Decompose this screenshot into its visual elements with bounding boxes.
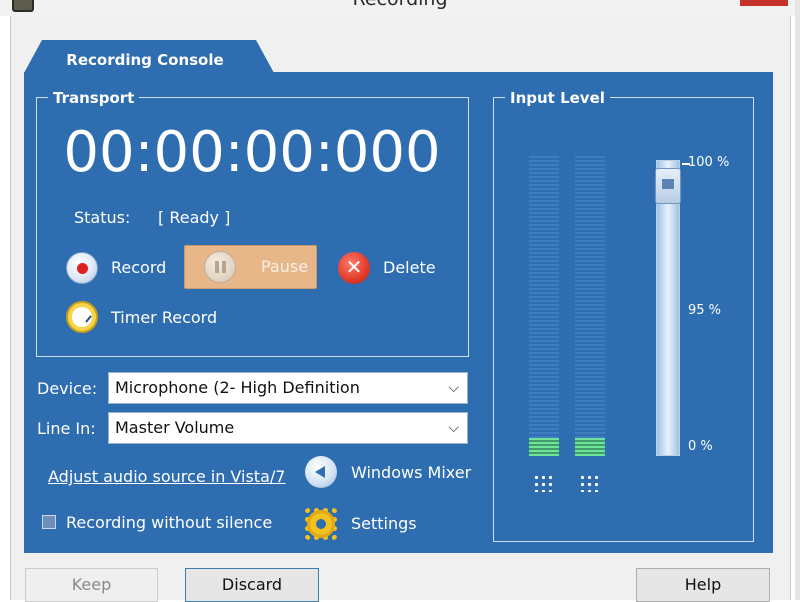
close-button[interactable] — [740, 0, 788, 6]
input-level-group-label: Input Level — [505, 89, 610, 107]
windows-mixer-button[interactable]: Windows Mixer — [351, 463, 471, 482]
elapsed-time: 00:00:00:000 — [63, 120, 441, 185]
pause-icon — [204, 251, 236, 283]
scale-label-top: 100 % — [688, 155, 730, 170]
discard-button[interactable]: Discard — [185, 568, 319, 602]
device-select-value: Microphone (2- High Definition — [115, 378, 360, 397]
scale-label-mid: 95 % — [688, 303, 722, 318]
keep-button[interactable]: Keep — [25, 568, 158, 602]
tab-label: Recording Console — [66, 51, 224, 69]
right-channel-peak-icon — [579, 474, 599, 492]
delete-button[interactable]: Delete — [383, 258, 436, 277]
device-select[interactable]: Microphone (2- High Definition ⌵ — [108, 372, 468, 404]
record-dot — [77, 263, 88, 274]
left-channel-peak-icon — [533, 474, 553, 492]
window-title: Recording — [0, 0, 800, 10]
pause-label: Pause — [261, 257, 309, 276]
window-edge — [795, 0, 800, 600]
adjust-audio-source-link[interactable]: Adjust audio source in Vista/7 — [48, 467, 285, 486]
recording-without-silence-checkbox[interactable] — [42, 515, 56, 529]
speaker-icon[interactable] — [305, 456, 337, 488]
left-channel-meter — [529, 156, 559, 456]
line-in-select-value: Master Volume — [115, 418, 235, 437]
help-button[interactable]: Help — [636, 568, 770, 602]
input-level-slider-thumb[interactable] — [655, 168, 681, 204]
status-label: Status: — [74, 208, 131, 227]
line-in-label: Line In: — [37, 419, 96, 438]
line-in-select[interactable]: Master Volume ⌵ — [108, 412, 468, 444]
gear-icon[interactable] — [305, 508, 337, 540]
pause-button[interactable]: Pause — [184, 245, 317, 289]
recording-without-silence-label[interactable]: Recording without silence — [66, 513, 272, 532]
right-channel-level — [575, 438, 605, 456]
chevron-down-icon: ⌵ — [448, 380, 459, 396]
scale-label-bottom: 0 % — [688, 439, 713, 454]
settings-button[interactable]: Settings — [351, 514, 417, 533]
right-channel-meter — [575, 156, 605, 456]
timer-clock-icon[interactable] — [66, 301, 98, 333]
tab-recording-console[interactable]: Recording Console — [24, 40, 274, 73]
transport-group-label: Transport — [48, 89, 140, 107]
record-button[interactable]: Record — [111, 258, 166, 277]
input-level-slider-track[interactable] — [656, 160, 680, 456]
chevron-down-icon: ⌵ — [448, 420, 459, 436]
record-icon[interactable] — [66, 252, 98, 284]
status-value: [ Ready ] — [158, 208, 231, 227]
timer-record-button[interactable]: Timer Record — [111, 308, 217, 327]
left-channel-level — [529, 438, 559, 456]
device-label: Device: — [37, 379, 98, 398]
delete-icon[interactable]: ✕ — [338, 252, 370, 284]
